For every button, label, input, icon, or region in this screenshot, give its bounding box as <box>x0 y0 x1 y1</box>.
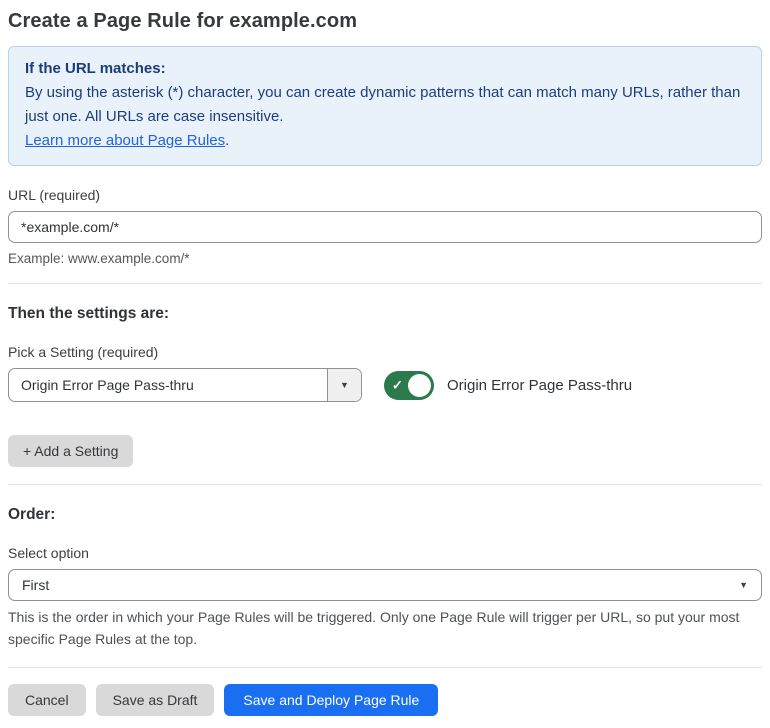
save-and-deploy-button[interactable]: Save and Deploy Page Rule <box>224 684 439 716</box>
order-select[interactable]: First ▼ <box>8 569 762 601</box>
divider <box>8 667 762 668</box>
order-helper: This is the order in which your Page Rul… <box>8 609 740 647</box>
order-heading: Order: <box>8 506 56 523</box>
settings-heading: Then the settings are: <box>8 305 170 322</box>
callout-body: By using the asterisk (*) character, you… <box>25 84 741 125</box>
pick-setting-label: Pick a Setting (required) <box>8 344 159 360</box>
page-title: Create a Page Rule for example.com <box>8 10 358 32</box>
chevron-down-icon: ▼ <box>739 580 748 590</box>
add-setting-button[interactable]: + Add a Setting <box>8 435 134 467</box>
url-matches-callout: If the URL matches: By using the asteris… <box>8 46 762 166</box>
order-select-label: Select option <box>8 545 89 561</box>
order-select-value: First <box>22 577 50 593</box>
action-buttons: Cancel Save as Draft Save and Deploy Pag… <box>8 684 762 716</box>
setting-select[interactable]: Origin Error Page Pass-thru ▼ <box>8 368 362 402</box>
url-input[interactable] <box>8 211 762 243</box>
callout-link-line: Learn more about Page Rules. <box>25 129 745 153</box>
toggle-label: Origin Error Page Pass-thru <box>447 376 633 394</box>
check-icon: ✓ <box>392 377 403 393</box>
origin-error-toggle[interactable]: ✓ <box>384 370 434 400</box>
save-as-draft-button[interactable]: Save as Draft <box>95 684 215 716</box>
learn-more-link[interactable]: Learn more about Page Rules <box>25 132 225 149</box>
chevron-down-icon: ▼ <box>340 380 349 390</box>
url-helper: Example: www.example.com/* <box>8 251 190 266</box>
callout-heading: If the URL matches: <box>25 60 166 77</box>
setting-row: Origin Error Page Pass-thru ▼ ✓ Origin E… <box>8 368 762 402</box>
cancel-button[interactable]: Cancel <box>8 684 86 716</box>
url-label: URL (required) <box>8 187 101 203</box>
toggle-knob <box>408 373 431 397</box>
divider <box>8 484 762 485</box>
setting-select-arrow-button[interactable]: ▼ <box>327 369 361 401</box>
divider <box>8 283 762 284</box>
link-suffix: . <box>225 132 230 149</box>
page-rule-form: Create a Page Rule for example.com If th… <box>0 0 770 728</box>
setting-select-value: Origin Error Page Pass-thru <box>21 377 194 393</box>
